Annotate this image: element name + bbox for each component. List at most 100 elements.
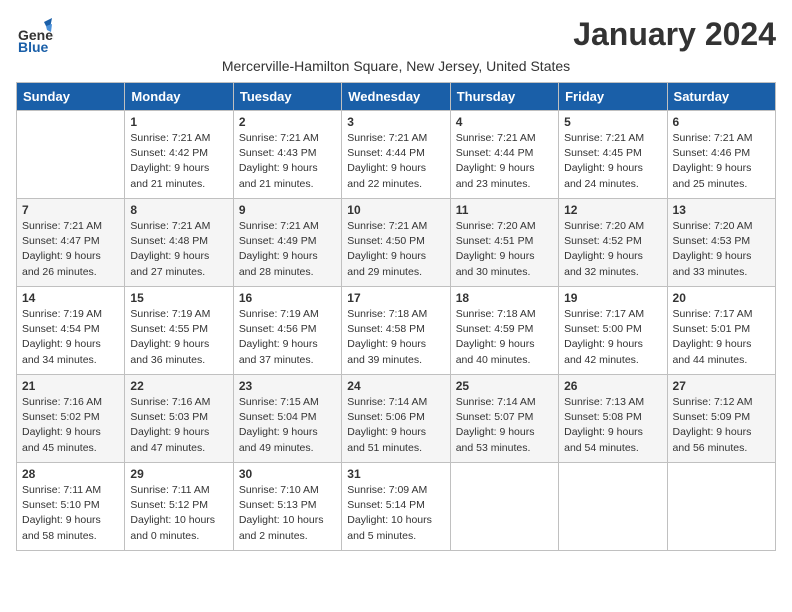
sunset-text: Sunset: 4:54 PM xyxy=(22,323,100,335)
day-cell xyxy=(667,463,775,551)
day-number: 8 xyxy=(130,203,227,217)
day-cell: 30 Sunrise: 7:10 AMSunset: 5:13 PMDayligh… xyxy=(233,463,341,551)
sunrise-text: Sunrise: 7:21 AM xyxy=(130,220,210,232)
day-cell: 25 Sunrise: 7:14 AMSunset: 5:07 PMDayligh… xyxy=(450,375,558,463)
sunset-text: Sunset: 5:03 PM xyxy=(130,411,208,423)
sunset-text: Sunset: 5:09 PM xyxy=(673,411,751,423)
day-number: 12 xyxy=(564,203,661,217)
day-cell: 16Sunrise: 7:19 AMSunset: 4:56 PMDayligh… xyxy=(233,287,341,375)
day-cell: 1Sunrise: 7:21 AMSunset: 4:42 PMDaylight… xyxy=(125,111,233,199)
day-number: 26 xyxy=(564,379,661,393)
daylight-text: Daylight: 9 hours and 21 minutes. xyxy=(130,162,209,189)
month-title: January 2024 xyxy=(573,16,776,53)
sunrise-text: Sunrise: 7:16 AM xyxy=(130,396,210,408)
sunrise-text: Sunrise: 7:11 AM xyxy=(22,484,101,496)
day-info: Sunrise: 7:18 AMSunset: 4:58 PMDaylight:… xyxy=(347,307,444,368)
svg-text:Blue: Blue xyxy=(18,39,49,54)
daylight-text: Daylight: 9 hours and 49 minutes. xyxy=(239,426,318,453)
day-number: 10 xyxy=(347,203,444,217)
day-number: 6 xyxy=(673,115,770,129)
day-number: 27 xyxy=(673,379,770,393)
day-number: 22 xyxy=(130,379,227,393)
day-cell: 15 Sunrise: 7:19 AMSunset: 4:55 PMDayligh… xyxy=(125,287,233,375)
week-row-2: 7Sunrise: 7:21 AMSunset: 4:47 PMDaylight… xyxy=(17,199,776,287)
day-number: 25 xyxy=(456,379,553,393)
day-info: Sunrise: 7:16 AMSunset: 5:03 PMDaylight:… xyxy=(130,395,227,456)
sunset-text: Sunset: 5:08 PM xyxy=(564,411,642,423)
day-info: Sunrise: 7:17 AMSunset: 5:00 PMDaylight:… xyxy=(564,307,661,368)
sunset-text: Sunset: 4:42 PM xyxy=(130,147,208,159)
day-number: 15 xyxy=(130,291,227,305)
day-number: 17 xyxy=(347,291,444,305)
calendar-table: SundayMondayTuesdayWednesdayThursdayFrid… xyxy=(16,82,776,551)
weekday-header-monday: Monday xyxy=(125,83,233,111)
day-number: 21 xyxy=(22,379,119,393)
sunset-text: Sunset: 4:43 PM xyxy=(239,147,317,159)
sunrise-text: Sunrise: 7:17 AM xyxy=(673,308,753,320)
sunset-text: Sunset: 5:04 PM xyxy=(239,411,317,423)
day-info: Sunrise: 7:13 AMSunset: 5:08 PMDaylight:… xyxy=(564,395,661,456)
sunrise-text: Sunrise: 7:15 AM xyxy=(239,396,319,408)
day-info: Sunrise: 7:21 AMSunset: 4:44 PMDaylight:… xyxy=(456,131,553,192)
sunset-text: Sunset: 4:55 PM xyxy=(130,323,208,335)
sunrise-text: Sunrise: 7:18 AM xyxy=(347,308,427,320)
sunrise-text: Sunrise: 7:19 AM xyxy=(239,308,319,320)
day-info: Sunrise: 7:10 AMSunset: 5:13 PMDaylight:… xyxy=(239,483,336,544)
sunset-text: Sunset: 4:53 PM xyxy=(673,235,751,247)
day-cell: 7Sunrise: 7:21 AMSunset: 4:47 PMDaylight… xyxy=(17,199,125,287)
day-info: Sunrise: 7:19 AMSunset: 4:54 PMDaylight:… xyxy=(22,307,119,368)
day-cell: 28Sunrise: 7:11 AMSunset: 5:10 PMDayligh… xyxy=(17,463,125,551)
day-cell: 19Sunrise: 7:17 AMSunset: 5:00 PMDayligh… xyxy=(559,287,667,375)
day-info: Sunrise: 7:19 AMSunset: 4:56 PMDaylight:… xyxy=(239,307,336,368)
day-cell xyxy=(450,463,558,551)
day-cell: 23 Sunrise: 7:15 AM Sunset: 5:04 PM Dayligh… xyxy=(233,375,341,463)
day-cell: 11Sunrise: 7:20 AMSunset: 4:51 PMDayligh… xyxy=(450,199,558,287)
daylight-text: Daylight: 9 hours and 21 minutes. xyxy=(239,162,318,189)
day-info: Sunrise: 7:21 AMSunset: 4:47 PMDaylight:… xyxy=(22,219,119,280)
day-cell: 31Sunrise: 7:09 AMSunset: 5:14 PMDayligh… xyxy=(342,463,450,551)
day-number: 24 xyxy=(347,379,444,393)
sunrise-text: Sunrise: 7:21 AM xyxy=(239,132,319,144)
day-cell: 9Sunrise: 7:21 AMSunset: 4:49 PMDaylight… xyxy=(233,199,341,287)
week-row-5: 28Sunrise: 7:11 AMSunset: 5:10 PMDayligh… xyxy=(17,463,776,551)
day-cell: 6 Sunrise: 7:21 AMSunset: 4:46 PMDaylight… xyxy=(667,111,775,199)
day-cell: 12Sunrise: 7:20 AMSunset: 4:52 PMDayligh… xyxy=(559,199,667,287)
day-number: 30 xyxy=(239,467,336,481)
day-cell: 18Sunrise: 7:18 AMSunset: 4:59 PMDayligh… xyxy=(450,287,558,375)
logo-icon: General Blue xyxy=(16,16,54,54)
day-number: 28 xyxy=(22,467,119,481)
day-info: Sunrise: 7:21 AM Sunset: 4:43 PM Daylight:… xyxy=(239,131,336,192)
day-info: Sunrise: 7:19 AMSunset: 4:55 PMDaylight:… xyxy=(130,307,227,368)
weekday-header-thursday: Thursday xyxy=(450,83,558,111)
day-number: 11 xyxy=(456,203,553,217)
day-info: Sunrise: 7:18 AMSunset: 4:59 PMDaylight:… xyxy=(456,307,553,368)
day-number: 31 xyxy=(347,467,444,481)
day-cell: 10 Sunrise: 7:21 AMSunset: 4:50 PMDayligh… xyxy=(342,199,450,287)
daylight-text: Daylight: 9 hours and 40 minutes. xyxy=(456,338,535,365)
day-info: Sunrise: 7:21 AMSunset: 4:49 PMDaylight:… xyxy=(239,219,336,280)
sunset-text: Sunset: 5:06 PM xyxy=(347,411,425,423)
day-number: 23 xyxy=(239,379,336,393)
day-info: Sunrise: 7:14 AMSunset: 5:07 PMDaylight:… xyxy=(456,395,553,456)
weekday-header-saturday: Saturday xyxy=(667,83,775,111)
daylight-text: Daylight: 9 hours and 29 minutes. xyxy=(347,250,426,277)
sunrise-text: Sunrise: 7:21 AM xyxy=(22,220,102,232)
sunset-text: Sunset: 4:49 PM xyxy=(239,235,317,247)
sunrise-text: Sunrise: 7:09 AM xyxy=(347,484,427,496)
daylight-text: Daylight: 9 hours and 51 minutes. xyxy=(347,426,426,453)
day-info: Sunrise: 7:21 AMSunset: 4:48 PMDaylight:… xyxy=(130,219,227,280)
daylight-text: Daylight: 9 hours and 22 minutes. xyxy=(347,162,426,189)
daylight-text: Daylight: 9 hours and 39 minutes. xyxy=(347,338,426,365)
sunrise-text: Sunrise: 7:21 AM xyxy=(673,132,753,144)
daylight-text: Daylight: 9 hours and 36 minutes. xyxy=(130,338,209,365)
day-info: Sunrise: 7:21 AMSunset: 4:45 PMDaylight:… xyxy=(564,131,661,192)
day-info: Sunrise: 7:21 AMSunset: 4:46 PMDaylight:… xyxy=(673,131,770,192)
week-row-1: 1Sunrise: 7:21 AMSunset: 4:42 PMDaylight… xyxy=(17,111,776,199)
day-cell: 26 Sunrise: 7:13 AMSunset: 5:08 PMDayligh… xyxy=(559,375,667,463)
sunset-text: Sunset: 4:59 PM xyxy=(456,323,534,335)
daylight-text: Daylight: 9 hours and 37 minutes. xyxy=(239,338,318,365)
sunset-text: Sunset: 4:48 PM xyxy=(130,235,208,247)
day-cell: 21Sunrise: 7:16 AMSunset: 5:02 PMDayligh… xyxy=(17,375,125,463)
weekday-header-tuesday: Tuesday xyxy=(233,83,341,111)
day-info: Sunrise: 7:21 AMSunset: 4:50 PMDaylight:… xyxy=(347,219,444,280)
